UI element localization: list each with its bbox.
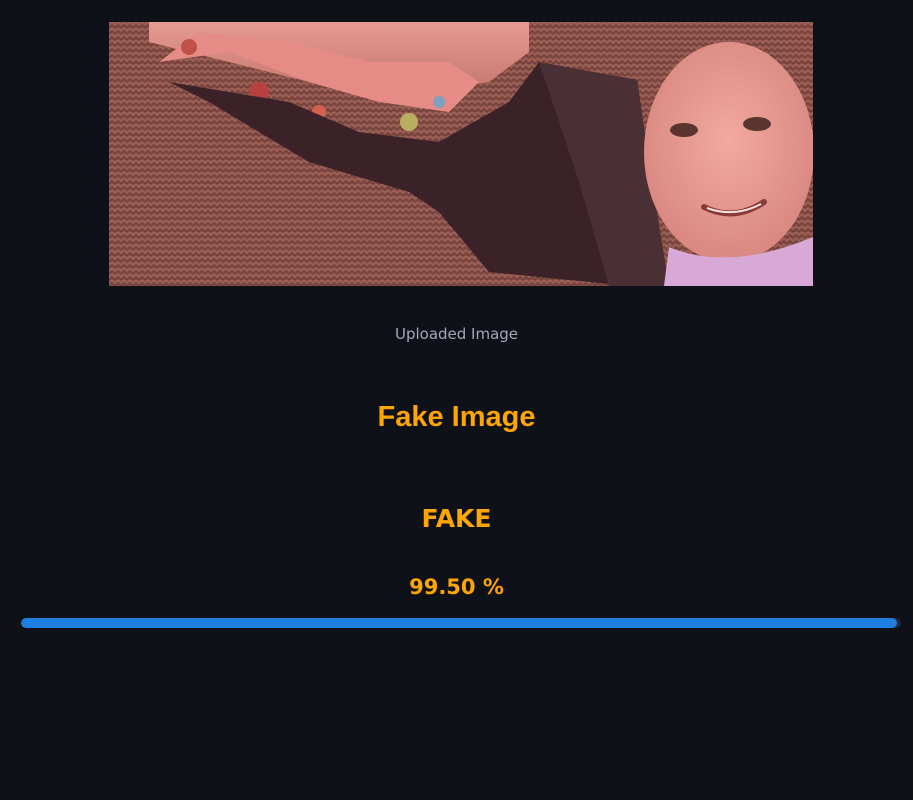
confidence-progress-bar (21, 618, 901, 628)
app-page: Uploaded Image Fake Image FAKE 99.50 % (0, 0, 913, 800)
confidence-percent: 99.50 % (409, 575, 504, 599)
confidence-progress-fill (21, 618, 897, 628)
result-title: Fake Image (377, 401, 536, 433)
prediction-label: FAKE (421, 504, 492, 533)
uploaded-image (109, 22, 813, 286)
image-caption: Uploaded Image (394, 325, 519, 343)
